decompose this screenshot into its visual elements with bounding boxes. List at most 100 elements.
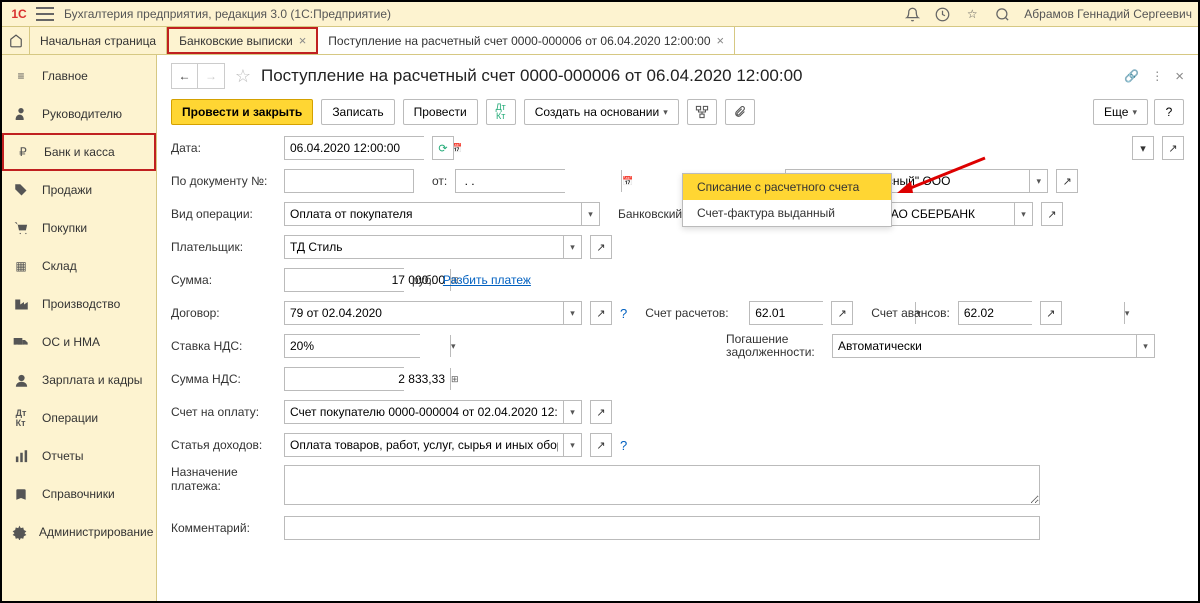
tab-start-page[interactable]: Начальная страница <box>30 27 167 54</box>
tabs-bar: Начальная страница Банковские выписки× П… <box>2 27 1198 55</box>
open-ref-icon[interactable]: ↗ <box>1041 202 1063 226</box>
help-icon[interactable]: ? <box>620 306 627 321</box>
close-icon[interactable]: × <box>717 33 725 48</box>
favorite-star-icon[interactable]: ☆ <box>233 66 253 86</box>
sidebar-item-production[interactable]: Производство <box>2 285 156 323</box>
kebab-icon[interactable]: ⋮ <box>1151 69 1163 83</box>
search-icon[interactable] <box>994 6 1010 22</box>
chevron-down-icon[interactable]: ▾ <box>1029 170 1047 192</box>
open-ref-icon[interactable]: ↗ <box>590 433 612 457</box>
current-user[interactable]: Абрамов Геннадий Сергеевич <box>1024 7 1192 21</box>
invoice-field[interactable]: ▾ <box>284 400 582 424</box>
calc-icon[interactable]: ⊞ <box>450 368 459 390</box>
help-icon[interactable]: ? <box>620 438 627 453</box>
chevron-down-icon[interactable]: ▾ <box>563 434 581 456</box>
refresh-icon[interactable]: ⟳ <box>432 136 454 160</box>
person-icon <box>12 105 30 123</box>
chevron-down-icon[interactable]: ▾ <box>1136 335 1154 357</box>
sidebar-item-purchases[interactable]: Покупки <box>2 209 156 247</box>
chevron-down-icon[interactable]: ▾ <box>1014 203 1032 225</box>
dtkt-button[interactable]: ДтКт <box>486 99 516 125</box>
sidebar-item-admin[interactable]: Администрирование <box>2 513 156 551</box>
open-ref-icon[interactable]: ↗ <box>831 301 853 325</box>
sidebar-item-bank-cash[interactable]: ₽Банк и касса <box>2 133 156 171</box>
chevron-down-icon[interactable]: ▾ <box>563 302 581 324</box>
payer-field[interactable]: ▾ <box>284 235 582 259</box>
help-button[interactable]: ? <box>1154 99 1184 125</box>
sidebar-item-operations[interactable]: ДтКтОперации <box>2 399 156 437</box>
sidebar-item-main[interactable]: ≡Главное <box>2 57 156 95</box>
ruble-icon: ₽ <box>14 143 32 161</box>
menu-lines-icon: ≡ <box>12 67 30 85</box>
label-sum: Сумма: <box>171 273 276 287</box>
nav-back-icon[interactable]: ← <box>172 64 198 88</box>
person-solid-icon <box>12 371 30 389</box>
label-rub: руб. <box>412 273 435 287</box>
dtkt-icon: ДтКт <box>12 409 30 427</box>
comment-field[interactable] <box>284 516 1040 540</box>
sidebar-item-manager[interactable]: Руководителю <box>2 95 156 133</box>
open-ref-icon[interactable]: ↗ <box>1056 169 1078 193</box>
sidebar-item-warehouse[interactable]: ▦Склад <box>2 247 156 285</box>
menu-item-invoice-issued[interactable]: Счет-фактура выданный <box>683 200 891 226</box>
optype-field[interactable]: ▾ <box>284 202 600 226</box>
nav-forward-icon[interactable]: → <box>198 64 224 88</box>
acc-advance-field[interactable]: ▾ <box>958 301 1032 325</box>
chevron-down-icon[interactable]: ▾ <box>450 335 456 357</box>
vatsum-field[interactable]: ⊞ <box>284 367 404 391</box>
docdate-field[interactable]: 📅 <box>455 169 565 193</box>
vatrate-field[interactable]: ▾ <box>284 334 420 358</box>
factory-icon <box>12 295 30 313</box>
label-income: Статья доходов: <box>171 438 276 452</box>
open-ref-icon[interactable]: ↗ <box>1040 301 1062 325</box>
acc-settle-field[interactable]: ▾ <box>749 301 823 325</box>
docnum-field[interactable] <box>284 169 414 193</box>
sidebar-item-hr[interactable]: Зарплата и кадры <box>2 361 156 399</box>
post-close-button[interactable]: Провести и закрыть <box>171 99 313 125</box>
open-icon[interactable]: ▾ <box>1132 136 1154 160</box>
split-payment-link[interactable]: Разбить платеж <box>443 273 531 287</box>
label-docnum: По документу №: <box>171 174 276 188</box>
menu-item-writeoff[interactable]: Списание с расчетного счета <box>683 174 891 200</box>
tab-receipt-doc[interactable]: Поступление на расчетный счет 0000-00000… <box>318 27 735 54</box>
open-ref-icon[interactable]: ↗ <box>1162 136 1184 160</box>
tab-bank-statements[interactable]: Банковские выписки× <box>167 27 318 54</box>
sidebar-item-reports[interactable]: Отчеты <box>2 437 156 475</box>
label-optype: Вид операции: <box>171 207 276 221</box>
link-icon[interactable]: 🔗 <box>1124 69 1139 83</box>
calendar-icon[interactable]: 📅 <box>621 170 633 192</box>
post-button[interactable]: Провести <box>403 99 478 125</box>
bell-icon[interactable] <box>904 6 920 22</box>
more-button[interactable]: Еще <box>1093 99 1148 125</box>
structure-icon[interactable] <box>687 99 717 125</box>
open-ref-icon[interactable]: ↗ <box>590 235 612 259</box>
history-icon[interactable] <box>934 6 950 22</box>
page-title: Поступление на расчетный счет 0000-00000… <box>261 66 1116 86</box>
open-ref-icon[interactable]: ↗ <box>590 400 612 424</box>
chevron-down-icon[interactable]: ▾ <box>1124 302 1130 324</box>
debt-field[interactable]: ▾ <box>832 334 1155 358</box>
hamburger-icon[interactable] <box>36 7 54 21</box>
contract-field[interactable]: ▾ <box>284 301 582 325</box>
create-based-button[interactable]: Создать на основании <box>524 99 679 125</box>
open-ref-icon[interactable]: ↗ <box>590 301 612 325</box>
date-field[interactable]: 📅 <box>284 136 424 160</box>
star-icon[interactable]: ☆ <box>964 6 980 22</box>
chevron-down-icon[interactable]: ▾ <box>563 236 581 258</box>
sidebar-item-assets[interactable]: ОС и НМА <box>2 323 156 361</box>
label-vatrate: Ставка НДС: <box>171 339 276 353</box>
income-field[interactable]: ▾ <box>284 433 582 457</box>
label-contract: Договор: <box>171 306 276 320</box>
attach-icon[interactable] <box>725 99 755 125</box>
sidebar-item-references[interactable]: Справочники <box>2 475 156 513</box>
write-button[interactable]: Записать <box>321 99 394 125</box>
chevron-down-icon[interactable]: ▾ <box>581 203 599 225</box>
sidebar-item-sales[interactable]: Продажи <box>2 171 156 209</box>
close-icon[interactable]: × <box>299 33 307 48</box>
chevron-down-icon[interactable]: ▾ <box>563 401 581 423</box>
purpose-field[interactable] <box>284 465 1040 505</box>
sum-field[interactable]: ⊞ <box>284 268 404 292</box>
close-icon[interactable]: × <box>1175 68 1184 85</box>
label-purpose: Назначение платежа: <box>171 465 276 493</box>
home-tab-icon[interactable] <box>2 27 30 54</box>
